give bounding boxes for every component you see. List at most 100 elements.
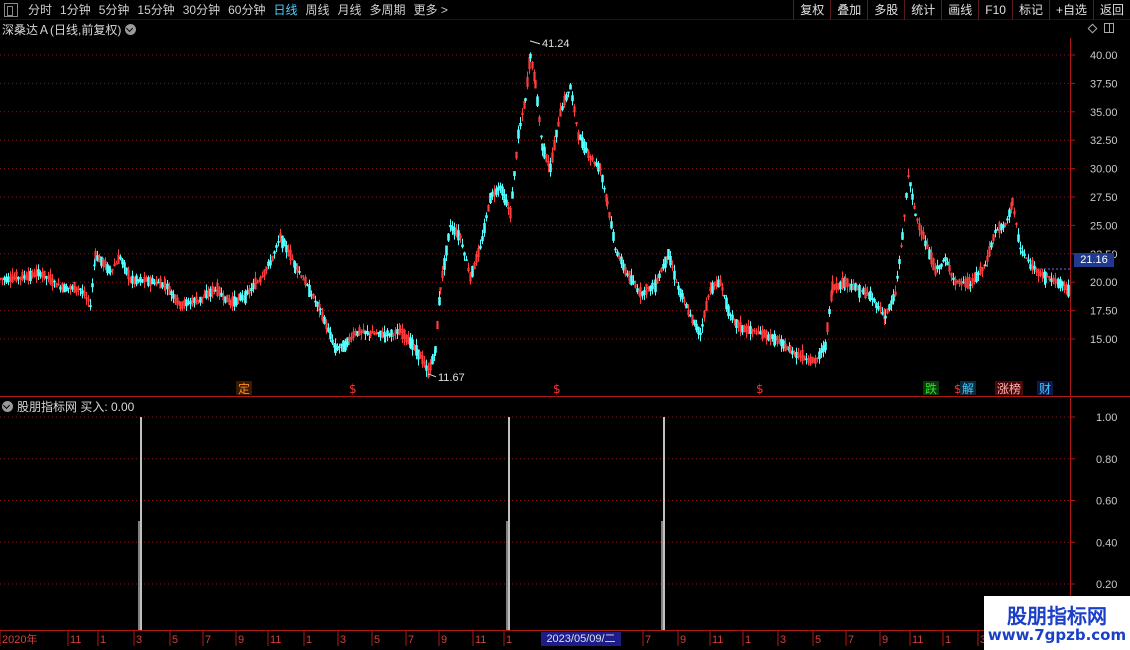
candle-body xyxy=(1008,209,1011,218)
candle-body xyxy=(565,94,568,101)
candle-body xyxy=(990,242,993,248)
candle-body xyxy=(824,341,827,351)
candle-body xyxy=(214,289,217,292)
low-label: 11.67 xyxy=(438,372,465,384)
candle-body xyxy=(896,275,899,279)
watermark-url: www.7gpzb.com xyxy=(987,626,1127,644)
candle-body xyxy=(277,241,280,243)
candle-body xyxy=(828,309,831,315)
candle-body xyxy=(172,294,175,299)
candle-body xyxy=(125,267,128,275)
date-tick-label: 1 xyxy=(945,634,951,646)
candle-body xyxy=(501,186,504,196)
date-tick-label: 11 xyxy=(270,634,281,646)
date-tick-label: 1 xyxy=(100,634,106,646)
candle-body xyxy=(100,256,103,266)
date-tick-label: 5 xyxy=(374,634,380,646)
candle-body xyxy=(447,233,450,241)
candle-body xyxy=(3,277,6,281)
candle-body xyxy=(71,285,74,290)
selected-date: 2023/05/09/二 xyxy=(541,632,621,646)
date-tick-label: 1 xyxy=(306,634,312,646)
indicator-tick-label: 0.40 xyxy=(1096,537,1117,549)
candle-body xyxy=(241,295,244,301)
candle-body xyxy=(884,315,887,319)
candle-body xyxy=(235,297,238,305)
candle-body xyxy=(239,293,242,301)
candle-body xyxy=(465,259,468,262)
candle-body xyxy=(96,255,99,261)
candle-body xyxy=(246,290,249,295)
date-tick-label: 11 xyxy=(912,634,923,646)
date-tick-label: 5 xyxy=(172,634,178,646)
split-view-icon[interactable] xyxy=(1104,23,1114,33)
candle-body xyxy=(233,296,236,307)
candle-body xyxy=(571,95,574,102)
candle-body xyxy=(269,260,272,266)
candle-body xyxy=(275,245,278,248)
price-tick-label: 37.50 xyxy=(1090,78,1118,90)
candle-body xyxy=(914,213,917,216)
candle-body xyxy=(944,257,947,262)
current-price-tag: 21.16 xyxy=(1074,253,1114,267)
candle-body xyxy=(549,163,552,173)
candle-body xyxy=(244,291,247,304)
candle-body xyxy=(1033,265,1036,270)
candle-body xyxy=(561,105,564,110)
event-marker: $ xyxy=(553,382,561,396)
candle-body xyxy=(610,221,613,229)
candle-body xyxy=(890,300,893,305)
candle-body xyxy=(673,270,676,280)
candle-body xyxy=(483,223,486,234)
price-tick-label: 35.00 xyxy=(1090,107,1118,119)
date-tick-label: 1 xyxy=(745,634,751,646)
candle-body xyxy=(193,297,196,303)
candle-body xyxy=(585,147,588,152)
event-marker: $ xyxy=(349,382,357,396)
diamond-icon[interactable] xyxy=(1087,23,1098,33)
event-marker: $ xyxy=(756,382,764,396)
candle-body xyxy=(331,339,334,344)
candle-body xyxy=(273,251,276,254)
price-tick-label: 30.00 xyxy=(1090,164,1118,176)
kline-chart[interactable]: 40.0037.5035.0032.5030.0027.5025.0022.50… xyxy=(0,0,1130,650)
price-tick-label: 32.50 xyxy=(1090,135,1118,147)
candle-body xyxy=(89,305,92,308)
candle-body xyxy=(65,285,68,292)
date-tick-label: 11 xyxy=(475,634,486,646)
candle-body xyxy=(106,264,109,273)
candle-body xyxy=(1023,253,1026,256)
candle-body xyxy=(431,356,434,365)
candle-body xyxy=(1059,279,1062,289)
candle-body xyxy=(463,252,466,256)
chart-controls xyxy=(1087,23,1114,33)
candle-body xyxy=(658,273,661,278)
candle-body xyxy=(481,236,484,242)
date-tick-label: 7 xyxy=(645,634,651,646)
candle-body xyxy=(53,280,56,283)
candle-body xyxy=(873,298,876,303)
candle-body xyxy=(298,271,301,273)
candle-body xyxy=(597,163,600,172)
date-tick-label: 2020年 xyxy=(2,632,37,646)
candle-body xyxy=(147,276,150,286)
candle-body xyxy=(540,135,543,138)
price-tick-label: 17.50 xyxy=(1090,306,1118,318)
price-tick-label: 27.50 xyxy=(1090,192,1118,204)
date-tick-label: 1 xyxy=(506,634,512,646)
candle-body xyxy=(513,171,516,177)
candle-body xyxy=(681,293,684,300)
candle-body xyxy=(1006,218,1009,221)
candle-body xyxy=(1021,250,1024,254)
candle-body xyxy=(63,284,66,293)
candle-body xyxy=(940,263,943,267)
candle-body xyxy=(529,53,532,59)
chevron-down-icon[interactable] xyxy=(2,400,13,412)
candle-body xyxy=(485,215,488,219)
candle-body xyxy=(479,245,482,249)
candle-body xyxy=(123,262,126,268)
date-tick-label: 3 xyxy=(136,634,142,646)
candle-body xyxy=(141,279,144,283)
chevron-down-icon[interactable] xyxy=(125,23,137,35)
candle-body xyxy=(79,288,82,291)
